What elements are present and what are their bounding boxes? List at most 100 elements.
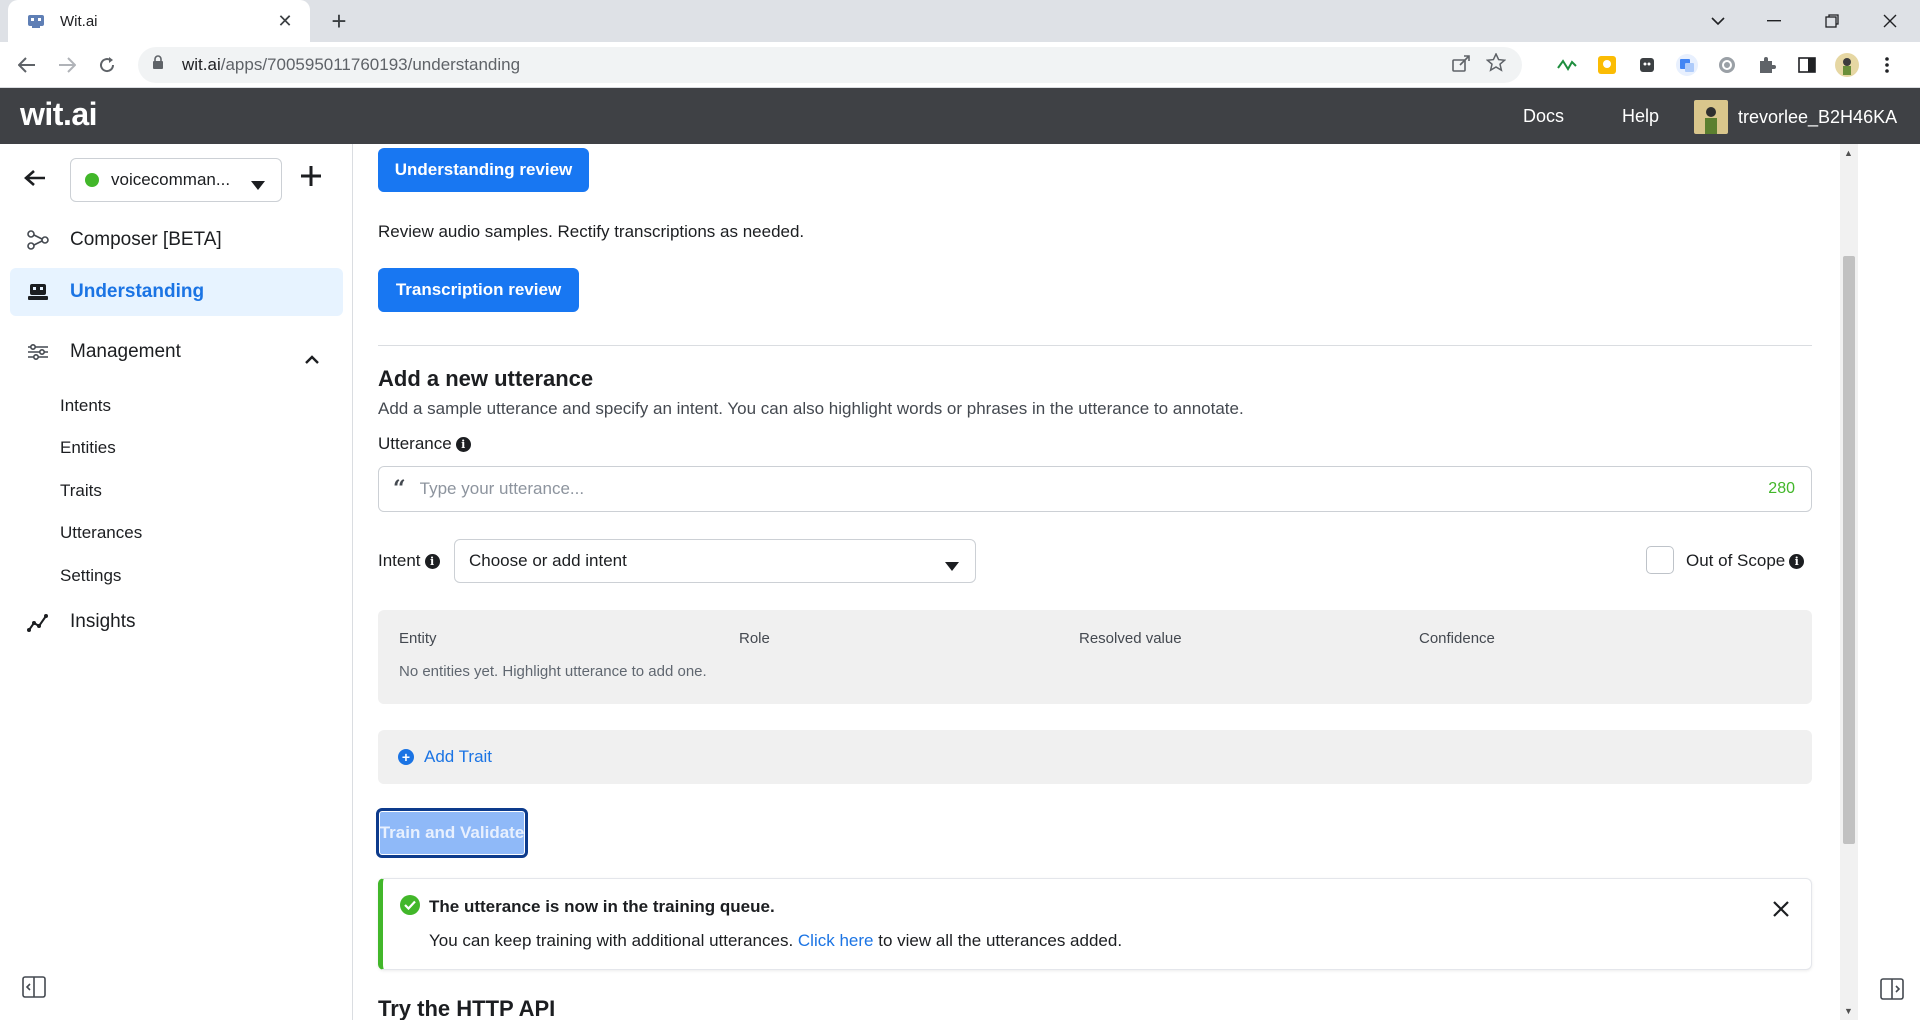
add-utterance-title: Add a new utterance [378, 366, 594, 391]
scroll-down-icon[interactable]: ▼ [1844, 1006, 1853, 1016]
understanding-review-button[interactable]: Understanding review [378, 148, 589, 192]
minimize-icon[interactable] [1746, 0, 1802, 42]
sidebar-item-traits[interactable]: Traits [60, 481, 102, 501]
sidebar-item-management[interactable]: Management [10, 328, 343, 376]
side-panel-icon[interactable] [1792, 50, 1822, 80]
intent-label-text: Intent [378, 551, 421, 570]
user-menu[interactable]: trevorlee_B2H46KA [1694, 100, 1897, 134]
chevron-up-icon[interactable] [305, 348, 319, 370]
toast-message-pre: You can keep training with additional ut… [429, 931, 798, 950]
extensions-puzzle-icon[interactable] [1752, 50, 1782, 80]
utterance-placeholder: Type your utterance... [419, 479, 585, 498]
out-of-scope-label: Out of Scope i [1686, 551, 1805, 571]
bookmark-star-icon[interactable] [1485, 52, 1507, 77]
toast-message: You can keep training with additional ut… [429, 931, 1122, 951]
intent-select[interactable]: Choose or add intent [454, 539, 976, 583]
url-path: /apps/700595011760193/understanding [220, 55, 521, 74]
empty-entities-message: No entities yet. Highlight utterance to … [399, 663, 707, 680]
sidebar-item-settings[interactable]: Settings [60, 566, 121, 586]
sidebar-item-composer[interactable]: Composer [BETA] [10, 216, 343, 264]
sidebar-item-understanding[interactable]: Understanding [10, 268, 343, 316]
sidebar: voicecomman... Composer [BETA] Understan… [0, 144, 353, 1020]
out-of-scope-checkbox[interactable] [1646, 546, 1674, 574]
scrollbar-thumb[interactable] [1843, 256, 1855, 844]
app-selector[interactable]: voicecomman... [70, 158, 282, 202]
http-api-title: Try the HTTP API [378, 996, 556, 1020]
browser-menu-icon[interactable] [1872, 50, 1902, 80]
out-of-scope-text: Out of Scope [1686, 551, 1786, 570]
restore-icon[interactable] [1804, 0, 1860, 42]
close-toast-icon[interactable] [1773, 893, 1789, 924]
sidebar-item-label: Composer [BETA] [70, 229, 222, 250]
sidebar-item-utterances[interactable]: Utterances [60, 523, 142, 543]
utterance-label: Utterance i [378, 434, 471, 454]
app-header: wit.ai Docs Help trevorlee_B2H46KA [0, 88, 1920, 144]
review-description: Review audio samples. Rectify transcript… [378, 222, 805, 241]
extension-mask-icon[interactable] [1632, 50, 1662, 80]
docs-link[interactable]: Docs [1523, 106, 1564, 127]
extension-yellow-icon[interactable] [1592, 50, 1622, 80]
lock-icon [152, 55, 166, 75]
extension-grammarly-icon[interactable] [1712, 50, 1742, 80]
share-icon[interactable] [1452, 54, 1472, 77]
tab-title: Wit.ai [60, 12, 98, 30]
add-trait-label: Add Trait [424, 747, 493, 766]
reload-icon[interactable] [92, 50, 122, 80]
close-tab-icon[interactable]: ✕ [274, 11, 296, 32]
info-icon[interactable]: i [1789, 554, 1805, 570]
info-icon[interactable]: i [424, 554, 440, 570]
right-panel-strip [1858, 144, 1920, 1020]
management-icon [24, 344, 52, 360]
quote-icon: “ [393, 476, 406, 502]
expand-panel-icon[interactable] [1880, 978, 1904, 1005]
collapse-sidebar-icon[interactable] [22, 976, 46, 1003]
wit-logo[interactable]: wit.ai [20, 96, 98, 133]
user-avatar [1694, 100, 1728, 134]
entities-table: Entity Role Resolved value Confidence No… [378, 610, 1812, 704]
browser-tabbar: Wit.ai ✕ + [0, 0, 1920, 42]
browser-toolbar: wit.ai/apps/700595011760193/understandin… [0, 42, 1920, 88]
tab-search-icon[interactable] [1690, 0, 1746, 42]
sidebar-item-label: Management [70, 341, 181, 362]
utterance-input[interactable]: “ Type your utterance... 280 [378, 466, 1812, 512]
sidebar-item-intents[interactable]: Intents [60, 396, 111, 416]
toast-title: The utterance is now in the training que… [429, 897, 775, 916]
address-bar[interactable]: wit.ai/apps/700595011760193/understandin… [138, 47, 1522, 83]
extension-translate-icon[interactable] [1672, 50, 1702, 80]
confidence-column-header: Confidence [1419, 630, 1495, 647]
vertical-scrollbar[interactable]: ▲ ▼ [1840, 144, 1858, 1020]
extension-wave-icon[interactable] [1552, 50, 1582, 80]
plus-circle-icon: + [398, 749, 414, 765]
sidebar-item-entities[interactable]: Entities [60, 438, 116, 458]
profile-avatar-icon[interactable] [1832, 50, 1862, 80]
new-tab-button[interactable]: + [324, 6, 354, 36]
toast-message-post: to view all the utterances added. [873, 931, 1123, 950]
caret-down-icon [945, 556, 959, 576]
help-link[interactable]: Help [1622, 106, 1659, 127]
info-icon[interactable]: i [455, 437, 471, 453]
main-content: Understanding review Review audio sample… [354, 144, 1840, 1020]
understanding-icon [24, 283, 52, 301]
section-divider [378, 345, 1812, 346]
add-app-button[interactable] [300, 160, 322, 192]
char-count: 280 [1768, 480, 1795, 497]
browser-tab[interactable]: Wit.ai ✕ [8, 0, 310, 42]
back-icon[interactable] [12, 50, 42, 80]
caret-down-icon [251, 175, 265, 195]
click-here-link[interactable]: Click here [798, 931, 874, 950]
transcription-review-button[interactable]: Transcription review [378, 268, 579, 312]
wit-favicon-icon [26, 11, 46, 31]
close-window-icon[interactable] [1862, 0, 1918, 42]
utterance-label-text: Utterance [378, 434, 452, 453]
entity-column-header: Entity [399, 630, 437, 647]
composer-icon [24, 230, 52, 250]
add-utterance-description: Add a sample utterance and specify an in… [378, 399, 1244, 418]
back-arrow-icon[interactable] [24, 166, 46, 194]
sidebar-item-insights[interactable]: Insights [10, 598, 343, 646]
role-column-header: Role [739, 630, 770, 647]
username: trevorlee_B2H46KA [1738, 106, 1898, 127]
forward-icon[interactable] [52, 50, 82, 80]
train-and-validate-button[interactable]: Train and Validate [376, 808, 528, 858]
scroll-up-icon[interactable]: ▲ [1844, 148, 1853, 158]
add-trait-button[interactable]: + Add Trait [378, 730, 1812, 784]
